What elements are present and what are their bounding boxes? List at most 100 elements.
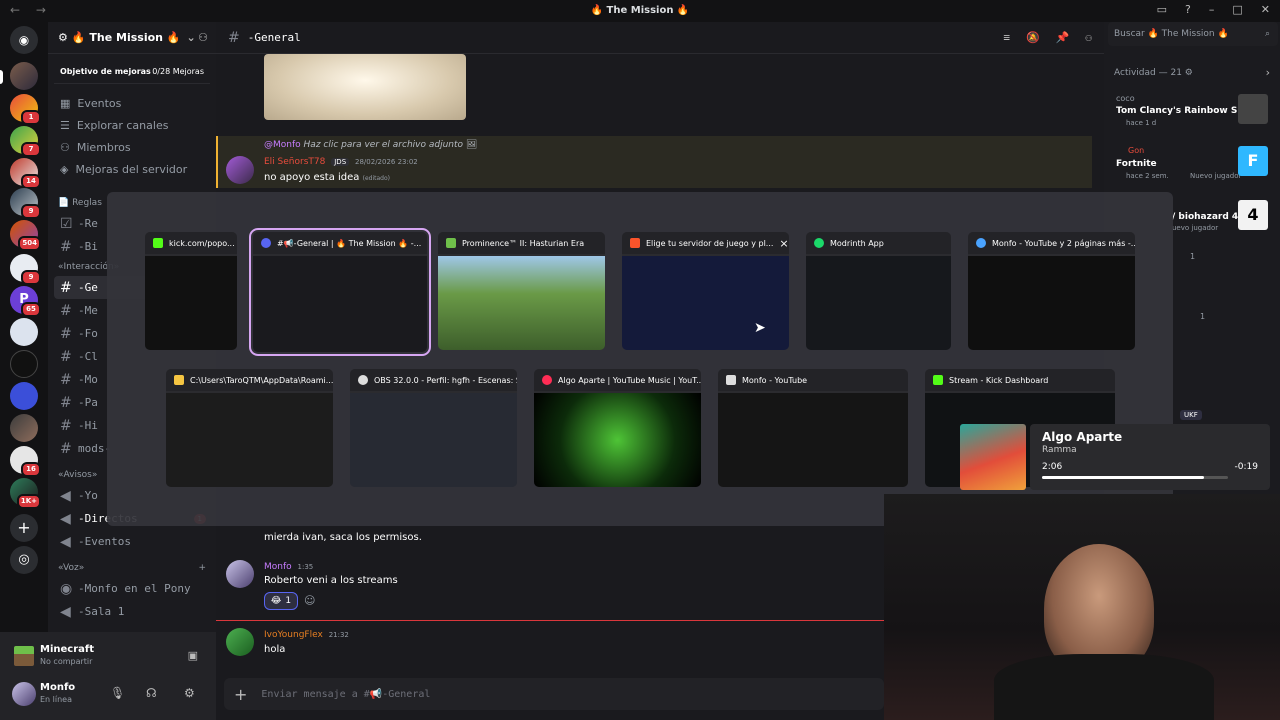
screen-share-icon[interactable]: ▣: [188, 649, 198, 662]
biohazard-cover: 4: [1238, 200, 1268, 230]
nav-browse-channels[interactable]: ☰ Explorar canales: [48, 114, 216, 136]
voice-channel-item[interactable]: ◉ -Monfo en el Pony: [48, 577, 216, 600]
invite-icon[interactable]: ⚇: [198, 31, 208, 44]
search-bar[interactable]: Buscar 🔥 The Mission 🔥 ⌕: [1108, 22, 1278, 46]
avatar[interactable]: [226, 628, 254, 656]
progress-track[interactable]: [1042, 476, 1228, 479]
attach-plus-icon[interactable]: +: [234, 685, 247, 704]
window-thumbnail[interactable]: Monfo - YouTube y 2 páginas más -...: [968, 232, 1135, 350]
activity-sub: No compartir: [40, 657, 93, 666]
activity-title: Minecraft: [40, 644, 95, 655]
window-thumbnail-selected[interactable]: #📢-General | 🔥 The Mission 🔥 -...: [249, 228, 431, 356]
category-voice[interactable]: «Voz» +: [48, 559, 216, 577]
channel-item[interactable]: ◀ -Eventos: [48, 530, 216, 553]
server-icon[interactable]: 9: [10, 188, 41, 219]
window-thumbnail[interactable]: kick.com/popo...: [145, 232, 237, 350]
activity-extra: Nuevo jugador: [1190, 172, 1242, 180]
server-icon[interactable]: 504: [10, 220, 41, 251]
avatar[interactable]: [226, 156, 254, 184]
server-icon[interactable]: 1K+: [10, 478, 41, 509]
window-thumbnail[interactable]: Prominence™ II: Hasturian Era: [438, 232, 605, 350]
server-icon[interactable]: 9: [10, 254, 41, 285]
activity-game: / biohazard 4: [1172, 212, 1239, 222]
window-title: Monfo - YouTube: [742, 375, 808, 385]
image-attachment[interactable]: [264, 54, 466, 120]
unread-badge: 504: [18, 236, 41, 251]
window-thumbnail[interactable]: Algo Aparte | YouTube Music | YouT...: [534, 369, 701, 487]
nav-server-boosts[interactable]: ◈ Mejoras del servidor: [48, 158, 216, 180]
stage-icon: ◉: [60, 580, 73, 597]
pin-icon[interactable]: 📌: [1056, 31, 1070, 44]
server-icon[interactable]: [10, 382, 38, 410]
channel-label: -Me: [78, 304, 98, 317]
discord-home-icon[interactable]: ◉: [10, 26, 38, 54]
window-title: #📢-General | 🔥 The Mission 🔥 -...: [277, 238, 422, 248]
header-toolbar: ≡ 🔕 📌 ⚇: [1003, 31, 1092, 44]
nav-members[interactable]: ⚇ Miembros: [48, 136, 216, 158]
server-icon[interactable]: [10, 62, 38, 90]
window-controls[interactable]: ▭ ? – □ ✕: [1157, 3, 1270, 16]
minimize-icon[interactable]: –: [1209, 3, 1215, 16]
boost-label: Objetivo de mejoras: [60, 67, 151, 76]
modrinth-icon: [814, 238, 824, 248]
announcement-icon: ◀: [60, 487, 71, 504]
user-panel: Minecraft No compartir ▣ Monfo En línea …: [0, 632, 216, 720]
explore-icon[interactable]: ◎: [10, 546, 38, 574]
settings-gear-icon[interactable]: ⚙: [184, 686, 195, 700]
server-icon[interactable]: 14: [10, 158, 41, 189]
chevron-right-icon[interactable]: ›: [1266, 66, 1270, 79]
message-body: no apoyo esta idea: [264, 172, 360, 183]
maximize-icon[interactable]: □: [1232, 3, 1242, 16]
members-icon: ⚇: [60, 140, 70, 154]
add-server-icon[interactable]: +: [10, 514, 38, 542]
avatar[interactable]: [12, 682, 36, 706]
server-icon[interactable]: P 65: [10, 286, 41, 317]
help-icon[interactable]: ?: [1185, 3, 1191, 16]
add-channel-icon[interactable]: +: [198, 563, 206, 573]
activity-user: coco: [1116, 94, 1135, 103]
server-icon[interactable]: [10, 414, 38, 442]
message-author[interactable]: Monfo: [264, 562, 292, 572]
voice-channel-item[interactable]: ◀ -Sala 1: [48, 600, 216, 623]
mic-icon[interactable]: 🎙: [110, 686, 125, 700]
window-titlebar: ← → 🔥 The Mission 🔥 ▭ ? – □ ✕: [0, 0, 1280, 22]
server-icon[interactable]: 1: [10, 94, 41, 125]
unread-badge: 14: [21, 174, 41, 189]
edited-label: (editado): [362, 175, 390, 182]
members-icon[interactable]: ⚇: [1085, 31, 1092, 44]
mute-icon[interactable]: 🔕: [1026, 31, 1040, 44]
close-icon[interactable]: ×: [779, 237, 788, 250]
window-thumbnail[interactable]: Modrinth App: [806, 232, 951, 350]
fortnite-cover: F: [1238, 146, 1268, 176]
hash-icon: #: [60, 302, 72, 319]
nav-events[interactable]: ▦ Eventos: [48, 92, 216, 114]
window-thumbnail[interactable]: OBS 32.0.0 - Perfil: hgfh - Escenas: S..…: [350, 369, 517, 487]
close-icon[interactable]: ✕: [1261, 3, 1270, 16]
server-icon[interactable]: [10, 318, 38, 346]
message-composer[interactable]: + Enviar mensaje a #📢-General: [224, 678, 884, 710]
search-input[interactable]: Buscar 🔥 The Mission 🔥: [1114, 29, 1229, 39]
server-icon[interactable]: [10, 350, 38, 378]
window-thumbnail[interactable]: Monfo - YouTube: [718, 369, 908, 487]
composer-placeholder[interactable]: Enviar mensaje a #📢-General: [261, 689, 430, 700]
minecraft-icon: [446, 238, 456, 248]
webcam-feed: [884, 494, 1280, 720]
streamer-body: [994, 654, 1214, 720]
message-author[interactable]: Eli SeñorsT78: [264, 157, 325, 167]
window-thumbnail[interactable]: C:\Users\TaroQTM\AppData\Roami...: [166, 369, 333, 487]
avatar[interactable]: [226, 560, 254, 588]
inbox-icon[interactable]: ▭: [1157, 3, 1167, 16]
headset-icon[interactable]: ☊: [146, 686, 157, 700]
server-header[interactable]: ⚙ 🔥 The Mission 🔥 ⌄ ⚇: [48, 22, 216, 54]
threads-icon[interactable]: ≡: [1003, 31, 1010, 44]
server-icon[interactable]: 7: [10, 126, 41, 157]
boost-goal[interactable]: Objetivo de mejoras 0/28 Mejoras: [54, 60, 210, 84]
reply-preview[interactable]: @Monfo Haz clic para ver el archivo adju…: [264, 140, 477, 150]
server-icon[interactable]: 16: [10, 446, 41, 477]
add-reaction-icon[interactable]: ☺: [304, 594, 315, 607]
reaction-pill[interactable]: 😂 1: [264, 592, 298, 610]
announcement-icon: ◀: [60, 533, 71, 550]
message-author[interactable]: IvoYoungFlex: [264, 630, 323, 640]
new-messages-divider: [216, 620, 884, 621]
track-artist: Ramma: [1042, 445, 1077, 455]
